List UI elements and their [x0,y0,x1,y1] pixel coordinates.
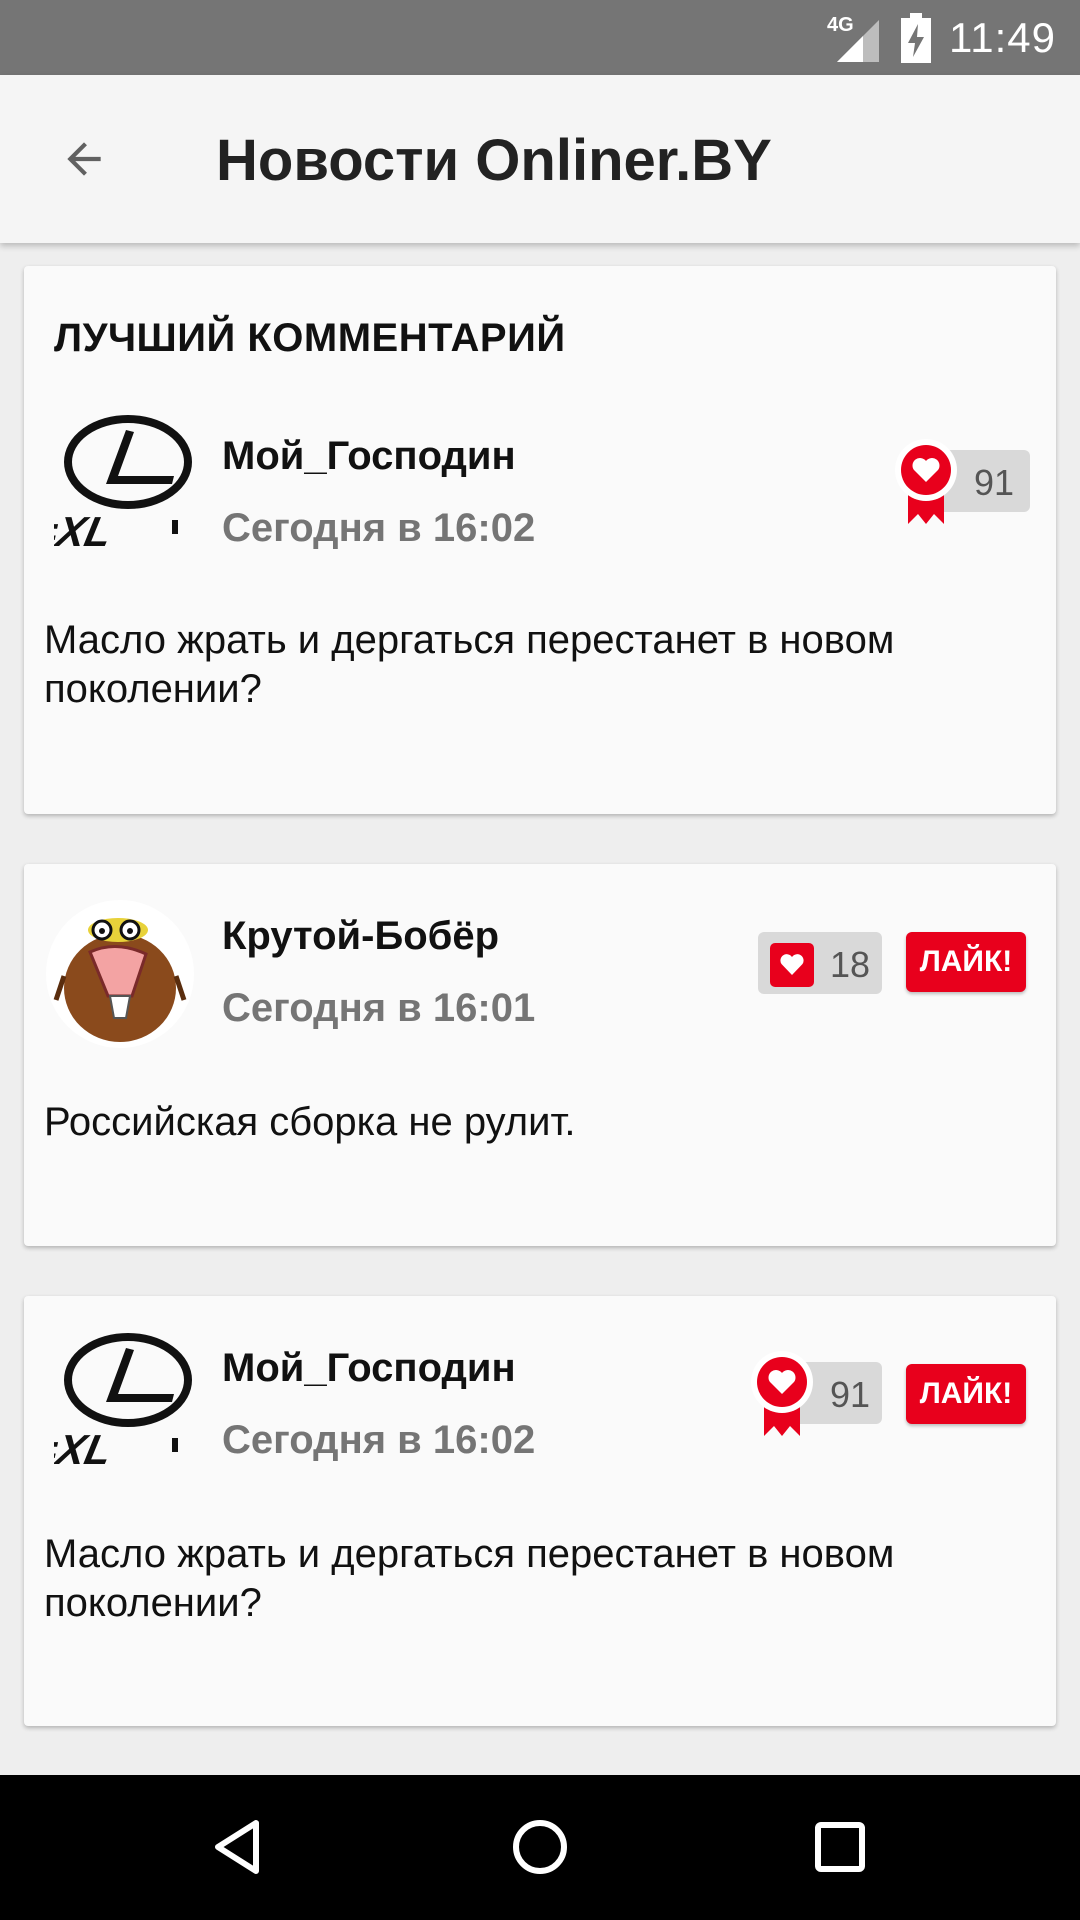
beaver-cartoon-avatar [46,900,194,1048]
lexus-logo-avatar: =XL [54,1333,192,1473]
award-heart-icon [751,1351,813,1436]
comment-author: Мой_Господин [222,434,516,478]
comment-author: Мой_Господин [222,1346,516,1390]
svg-text:=XL: =XL [54,508,116,554]
comment-card: =XL Мой_Господин Сегодня в 16:02 91 ЛАЙК… [24,1296,1056,1726]
nav-recents-button[interactable] [790,1797,890,1897]
nav-recents-icon [815,1822,865,1872]
like-button[interactable]: ЛАЙК! [906,1364,1026,1424]
like-button[interactable]: ЛАЙК! [906,932,1026,992]
page-title: Новости Onliner.BY [216,128,772,193]
status-icons: 4G 11:49 [827,0,1056,75]
best-comment-heading: ЛУЧШИЙ КОММЕНТАРИЙ [54,316,566,360]
comment-text: Масло жрать и дергаться перестанет в нов… [44,1532,895,1625]
nav-back-button[interactable] [190,1797,290,1897]
heart-icon [770,943,814,987]
comment-timestamp: Сегодня в 16:02 [222,506,536,550]
comment-text: Масло жрать и дергаться перестанет в нов… [44,618,895,711]
clock: 11:49 [949,13,1056,61]
nav-home-icon [513,1820,567,1874]
navigation-bar [0,1775,1080,1920]
comment-text: Российская сборка не рулит. [44,1100,576,1144]
status-bar: 4G 11:49 [0,0,1080,75]
comment-timestamp: Сегодня в 16:01 [222,986,536,1030]
battery-charging-icon [901,12,931,63]
nav-home-button[interactable] [490,1797,590,1897]
likes-count: 18 [830,944,871,985]
back-button[interactable] [42,117,126,201]
likes-count: 91 [974,462,1015,503]
svg-text:=XL: =XL [54,1426,116,1472]
likes-count: 91 [830,1374,871,1415]
comment-timestamp: Сегодня в 16:02 [222,1418,536,1462]
best-comment-card: ЛУЧШИЙ КОММЕНТАРИЙ =XL Мой_Господин Сего… [24,266,1056,814]
likes-counter: 18 [758,932,882,994]
award-heart-icon [895,439,957,524]
comment-card: Крутой-Бобёр Сегодня в 16:01 18 ЛАЙК! Ро… [24,864,1056,1246]
comment-author: Крутой-Бобёр [222,914,500,958]
app-bar: Новости Onliner.BY [0,75,1080,243]
nav-back-icon [215,1820,259,1874]
signal-icon: 4G [827,14,883,62]
arrow-back-icon [67,142,101,176]
lexus-logo-avatar: =XL [54,415,192,555]
